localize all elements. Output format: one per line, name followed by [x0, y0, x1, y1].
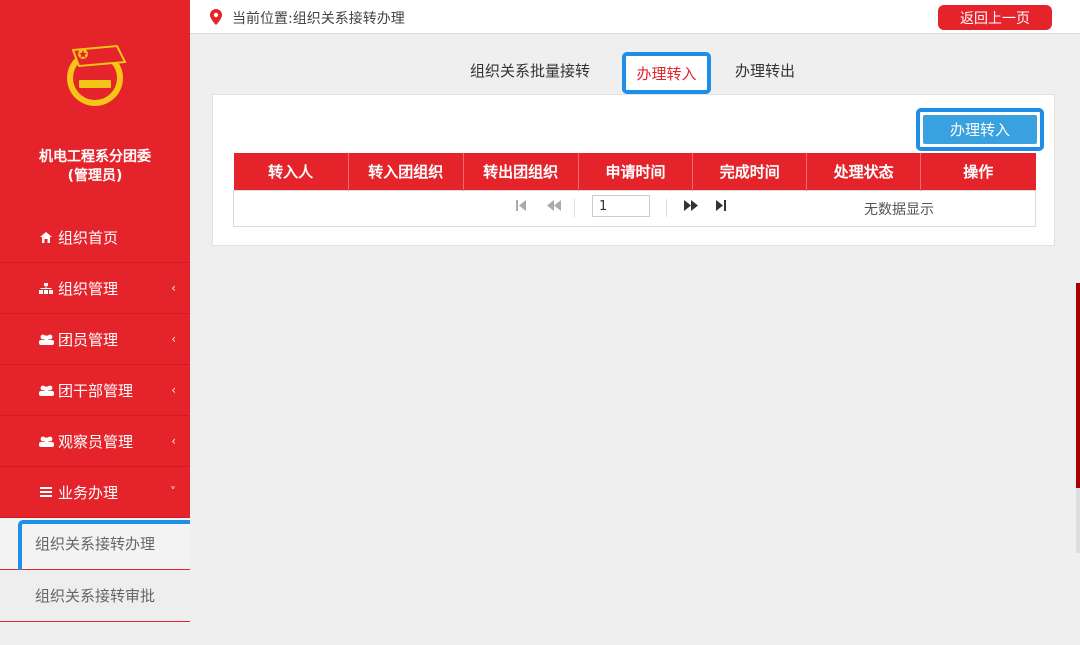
map-marker-icon	[210, 9, 222, 25]
pager-row: 无数据显示	[233, 189, 1036, 227]
transfer-table: 转入人 转入团组织 转出团组织 申请时间 完成时间 处理状态 操作 1 无数据显…	[233, 153, 1036, 227]
sidebar-item-label: 组织首页	[58, 228, 119, 247]
column-header: 操作	[920, 153, 1036, 190]
org-role: (管理员)	[67, 168, 123, 184]
empty-data-text: 无数据显示	[864, 202, 934, 218]
transfer-in-button-highlight: 办理转入	[916, 108, 1044, 151]
column-header: 转出团组织	[463, 153, 579, 190]
home-icon	[38, 231, 54, 243]
chevron-left-icon: ‹	[171, 383, 176, 397]
list-icon	[38, 487, 54, 497]
pager-separator	[574, 199, 575, 217]
sidebar-menu: 组织首页 组织管理 ‹ 团员管理 ‹ 团干部管理 ‹ 观察员管理 ‹ 业务办理 …	[0, 212, 190, 645]
table-header-row: 转入人 转入团组织 转出团组织 申请时间 完成时间 处理状态 操作	[233, 153, 1036, 190]
chevron-left-icon: ‹	[171, 434, 176, 448]
group-icon	[38, 334, 54, 345]
submenu-item-label: 组织关系接转审批	[34, 587, 155, 605]
chevron-down-icon: ˅	[170, 485, 176, 499]
sidebar-item-business[interactable]: 业务办理 ˅	[0, 467, 190, 518]
tab-batch-transfer[interactable]: 组织关系批量接转	[470, 60, 590, 81]
tab-transfer-out[interactable]: 办理转出	[735, 60, 795, 81]
scrollbar-thumb[interactable]	[1076, 283, 1080, 488]
sidebar-item-label: 团干部管理	[58, 381, 134, 400]
column-header: 完成时间	[692, 153, 808, 190]
next-page-icon[interactable]	[684, 200, 698, 214]
sidebar-item-org-management[interactable]: 组织管理 ‹	[0, 263, 190, 314]
business-submenu: 组织关系接转办理 组织关系接转审批	[0, 518, 190, 645]
previous-page-icon[interactable]	[547, 200, 561, 214]
submenu-item-label: 组织关系接转办理	[34, 535, 155, 553]
org-name: 机电工程系分团委	[39, 149, 151, 165]
top-bar: 当前位置:组织关系接转办理 返回上一页	[190, 0, 1080, 34]
breadcrumb: 当前位置:组织关系接转办理	[232, 11, 405, 27]
submenu-item-partial	[0, 622, 190, 645]
sidebar-item-cadre-management[interactable]: 团干部管理 ‹	[0, 365, 190, 416]
sidebar-item-label: 业务办理	[58, 483, 119, 502]
org-title: 机电工程系分团委 (管理员)	[0, 148, 190, 186]
submenu-item-transfer-approve[interactable]: 组织关系接转审批	[0, 570, 190, 622]
tab-transfer-in[interactable]: 办理转入	[622, 52, 711, 94]
column-header: 转入团组织	[348, 153, 464, 190]
column-header: 申请时间	[578, 153, 694, 190]
group-icon	[38, 436, 54, 447]
sitemap-icon	[38, 282, 54, 294]
page-number-input[interactable]	[592, 195, 650, 217]
tab-bar: 组织关系批量接转 办理转入 办理转出	[190, 52, 1080, 96]
transfer-in-button[interactable]: 办理转入	[923, 115, 1037, 144]
sidebar-item-label: 观察员管理	[58, 432, 134, 451]
chevron-left-icon: ‹	[171, 281, 176, 295]
chevron-left-icon: ‹	[171, 332, 176, 346]
pager-cell: 无数据显示	[233, 189, 1036, 227]
last-page-icon[interactable]	[716, 200, 726, 214]
sidebar: 机电工程系分团委 (管理员) 组织首页 组织管理 ‹ 团员管理 ‹ 团干部管理 …	[0, 0, 190, 645]
column-header: 处理状态	[806, 153, 922, 190]
sidebar-item-label: 组织管理	[58, 279, 119, 298]
back-button[interactable]: 返回上一页	[938, 5, 1052, 30]
sidebar-item-home[interactable]: 组织首页	[0, 212, 190, 263]
transfer-in-panel: 办理转入 转入人 转入团组织 转出团组织 申请时间 完成时间 处理状态 操作 1…	[212, 94, 1055, 246]
sidebar-item-label: 团员管理	[58, 330, 119, 349]
sidebar-item-member-management[interactable]: 团员管理 ‹	[0, 314, 190, 365]
group-icon	[38, 385, 54, 396]
first-page-icon[interactable]	[516, 200, 526, 214]
sidebar-item-observer-management[interactable]: 观察员管理 ‹	[0, 416, 190, 467]
pager: 无数据显示	[234, 191, 1035, 225]
league-emblem-icon	[67, 44, 127, 106]
submenu-item-transfer-handle[interactable]: 组织关系接转办理	[0, 518, 190, 574]
column-header: 转入人	[233, 153, 349, 190]
pager-separator	[666, 199, 667, 217]
